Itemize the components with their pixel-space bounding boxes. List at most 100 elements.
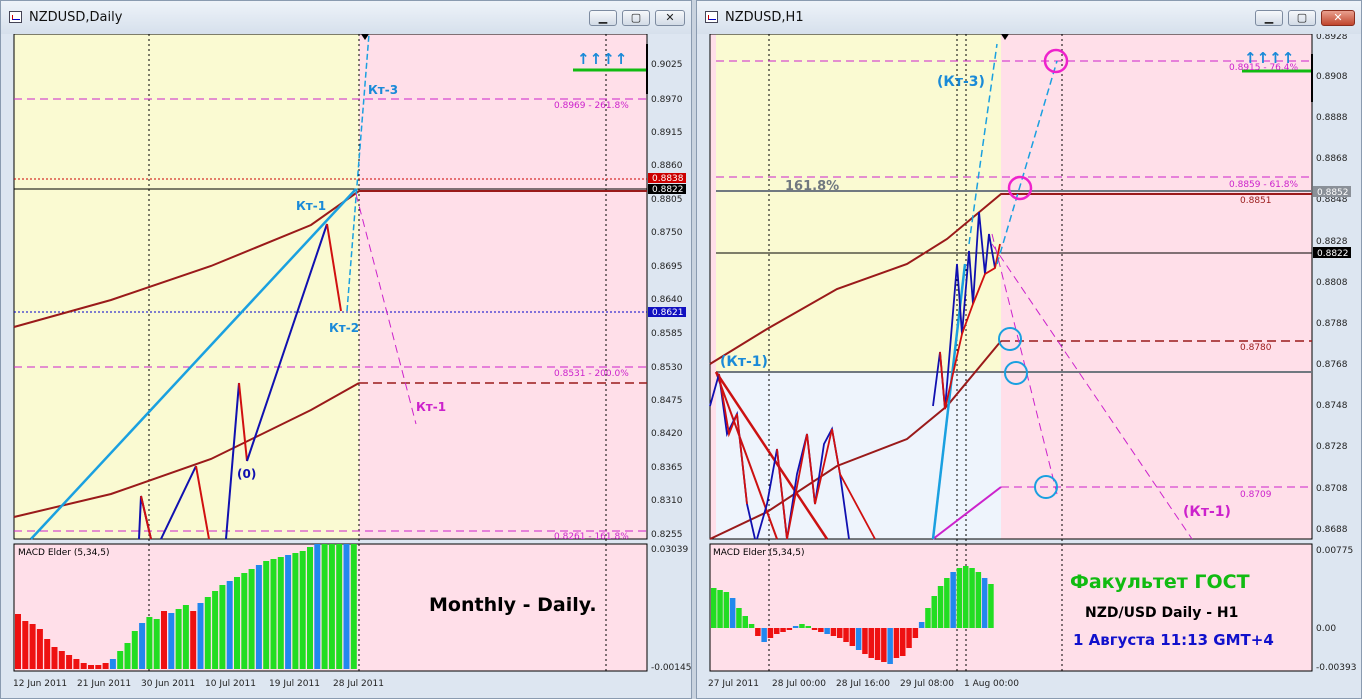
caption-title: Факультет ГОСТ	[1070, 571, 1250, 593]
fib-extension-label: 161.8%	[785, 179, 839, 194]
macd-bar	[51, 647, 58, 669]
macd-bar	[950, 572, 956, 628]
chart-window-daily[interactable]: NZDUSD,Daily ▁ ▢ ✕ ↑↑↑↑ 0.9025 0.8970 0.…	[0, 0, 692, 699]
fib-level-label: 0.8261 - 161.8%	[554, 532, 629, 542]
chart-window-h1[interactable]: NZDUSD,H1 ▁ ▢ ✕ ↑↑↑↑ 0.8928 0.8908 0.888…	[696, 0, 1362, 699]
window-titlebar[interactable]: NZDUSD,H1 ▁ ▢ ✕	[697, 1, 1361, 34]
macd-bar	[862, 628, 868, 654]
macd-bar	[799, 624, 805, 628]
indicator-scale-label: 0.00775	[1316, 546, 1353, 556]
window-title: NZDUSD,H1	[725, 10, 804, 25]
macd-bar	[792, 626, 799, 628]
macd-bar	[212, 591, 219, 669]
wave-label: (Кт-3)	[937, 74, 985, 90]
macd-bar	[15, 614, 21, 669]
maximize-button[interactable]: ▢	[622, 10, 650, 26]
wave-label: Кт-1	[296, 199, 326, 213]
caption-date: 1 Августа 11:13 GMT+4	[1073, 631, 1274, 649]
macd-bar	[29, 624, 36, 669]
macd-bar	[931, 596, 937, 628]
close-button[interactable]: ✕	[1321, 10, 1355, 26]
wave-label: Кт-2	[329, 321, 359, 335]
price-axis-label: 0.8748	[1316, 401, 1348, 411]
macd-bar	[786, 628, 793, 630]
price-axis-label: 0.8808	[1316, 278, 1348, 288]
macd-bar	[717, 590, 723, 628]
macd-bar	[963, 566, 969, 628]
fib-level-label: 0.8859 - 61.8%	[1229, 180, 1298, 190]
macd-bar	[830, 628, 837, 636]
price-axis-label: 0.8530	[651, 363, 683, 373]
date-axis-label: 10 Jul 2011	[205, 679, 256, 689]
macd-bar	[22, 621, 29, 669]
macd-bar	[248, 569, 255, 669]
level-price-tag: 0.8621	[652, 308, 684, 318]
price-axis-label: 0.8970	[651, 95, 683, 105]
trend-arrows: ↑↑↑↑	[577, 50, 627, 68]
macd-bar	[736, 608, 742, 628]
price-chart-h1[interactable]: ↑↑↑↑ 0.8928 0.8908 0.8888 0.8868 0.8848 …	[707, 34, 1361, 694]
macd-bar	[881, 628, 887, 662]
macd-bar	[900, 628, 906, 656]
fib-level-label: 0.8969 - 261.8%	[554, 101, 629, 111]
price-axis-label: 0.8365	[651, 463, 683, 473]
window-titlebar[interactable]: NZDUSD,Daily ▁ ▢ ✕	[1, 1, 691, 34]
price-axis-label: 0.8908	[1316, 72, 1348, 82]
date-axis-label: 12 Jun 2011	[13, 679, 67, 689]
macd-bar	[906, 628, 912, 648]
macd-bar	[837, 628, 843, 638]
macd-bar	[912, 628, 919, 638]
macd-bar	[146, 617, 153, 669]
macd-bar	[102, 663, 109, 669]
minimize-button[interactable]: ▁	[589, 10, 617, 26]
macd-bar	[307, 547, 313, 669]
macd-bar	[849, 628, 856, 646]
price-axis-label: 0.8750	[651, 228, 683, 238]
macd-bar	[767, 628, 774, 638]
macd-bar	[241, 573, 248, 669]
date-axis-label: 30 Jun 2011	[141, 679, 195, 689]
macd-bar	[343, 544, 350, 669]
macd-bar	[868, 628, 874, 658]
wave-label: (Кт-1)	[1183, 504, 1231, 520]
date-axis-label: 28 Jul 00:00	[772, 679, 826, 689]
maximize-button[interactable]: ▢	[1288, 10, 1316, 26]
macd-bar	[824, 628, 830, 634]
macd-bar	[937, 586, 944, 628]
price-chart-daily[interactable]: ↑↑↑↑ 0.9025 0.8970 0.8915 0.8860 0.8805 …	[11, 34, 691, 694]
macd-bar	[234, 577, 240, 669]
macd-bar	[729, 598, 736, 628]
macd-bar	[780, 628, 786, 632]
indicator-name: MACD Elder (5,34,5)	[18, 548, 110, 558]
price-axis-label: 0.8788	[1316, 319, 1348, 329]
macd-bar	[88, 665, 94, 669]
close-button[interactable]: ✕	[655, 10, 685, 26]
macd-bar	[299, 551, 306, 669]
price-axis-label: 0.8868	[1316, 154, 1348, 164]
macd-bar	[182, 605, 189, 669]
date-axis-label: 27 Jul 2011	[708, 679, 759, 689]
fib-level-label: 0.8780	[1240, 343, 1272, 353]
macd-bar	[893, 628, 900, 658]
macd-bar	[197, 603, 204, 669]
wave-label: Кт-3	[368, 83, 398, 97]
indicator-scale-label: -0.00145	[651, 663, 691, 673]
macd-bar	[255, 565, 262, 669]
fib-level-label: 0.8851	[1240, 196, 1272, 206]
date-axis-label: 29 Jul 08:00	[900, 679, 954, 689]
macd-bar	[270, 559, 277, 669]
macd-bar	[328, 544, 335, 669]
macd-bar	[36, 629, 43, 669]
minimize-button[interactable]: ▁	[1255, 10, 1283, 26]
macd-bar	[58, 651, 65, 669]
price-axis-label: 0.8828	[1316, 237, 1348, 247]
chart-window-icon	[9, 11, 22, 23]
macd-bar	[774, 628, 780, 634]
macd-bar	[190, 611, 197, 669]
macd-bar	[887, 628, 893, 664]
indicator-scale-label: -0.00393	[1316, 663, 1356, 673]
fib-level-label: 0.8915 - 76.4%	[1229, 63, 1298, 73]
macd-bar	[277, 557, 284, 669]
price-axis-label: 0.9025	[651, 60, 683, 70]
macd-bar	[925, 608, 931, 628]
